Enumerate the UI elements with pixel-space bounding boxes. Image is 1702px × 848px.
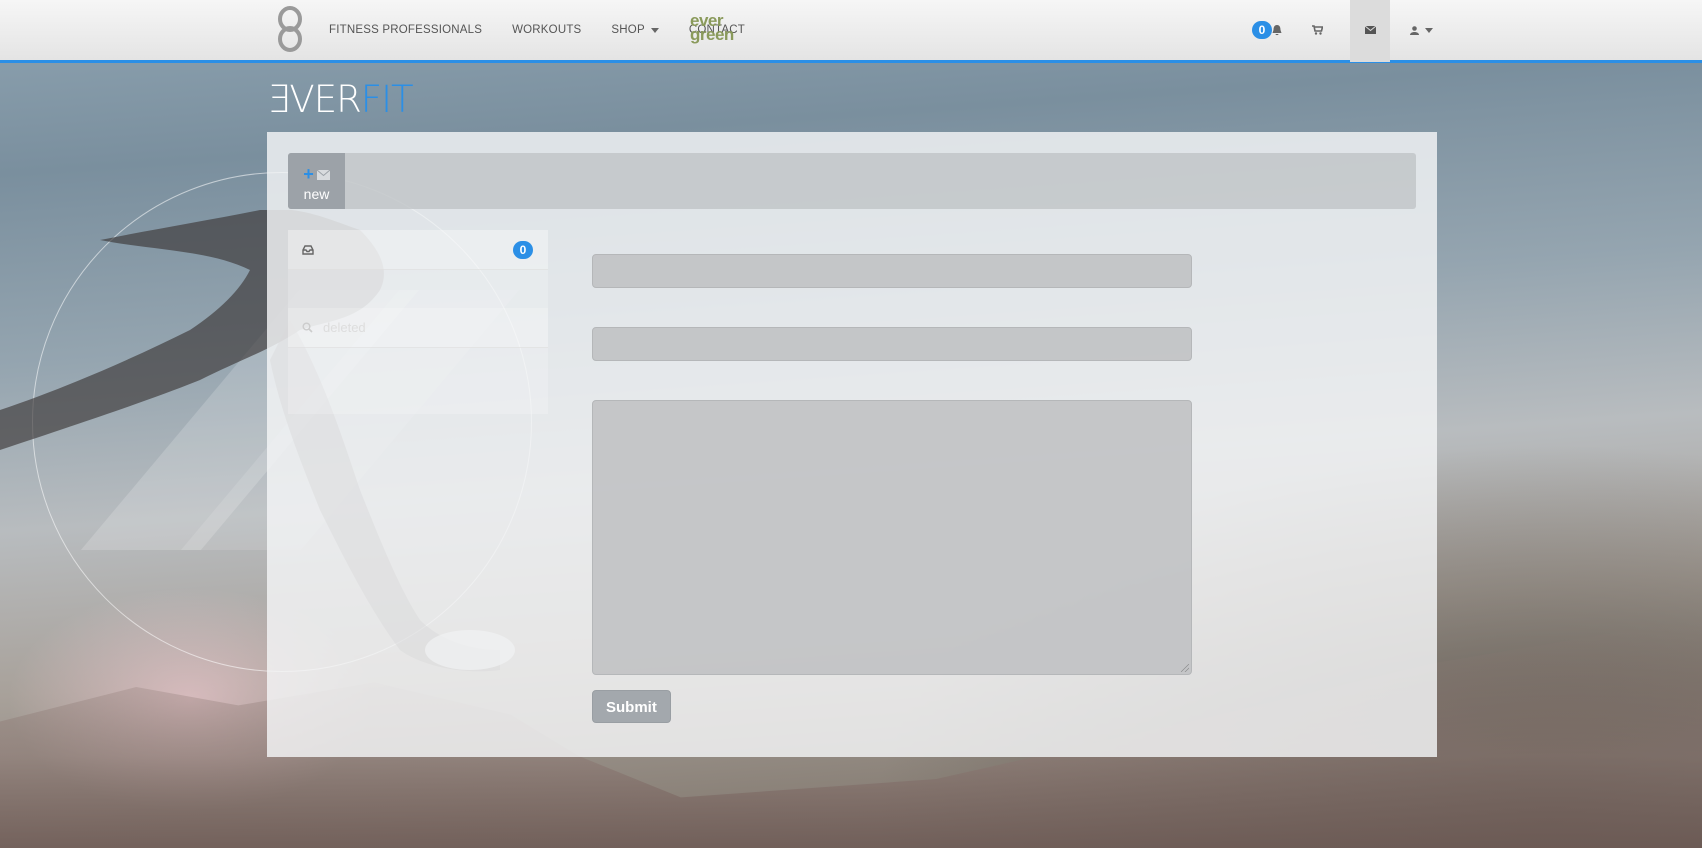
mailbox-sidebar: 0 deleted	[288, 230, 548, 414]
plus-icon: +	[303, 164, 314, 184]
subject-input[interactable]	[592, 327, 1192, 361]
messages-button[interactable]	[1350, 0, 1390, 62]
search-icon	[302, 322, 313, 333]
resize-grip-icon[interactable]	[1181, 664, 1189, 672]
envelope-icon	[1364, 26, 1376, 34]
cart-button[interactable]	[1297, 0, 1337, 62]
envelope-icon	[316, 169, 330, 180]
message-body-textarea[interactable]	[592, 400, 1192, 675]
messages-toolbar: + new	[288, 153, 1416, 209]
everfit-brand-logo: ƎVERFIT	[267, 78, 414, 121]
sidebar-item-inbox[interactable]: 0	[288, 230, 548, 270]
new-message-icons: +	[288, 164, 345, 184]
nav-link-fitness-professionals[interactable]: FITNESS PROFESSIONALS	[329, 24, 482, 36]
inbox-count-badge: 0	[513, 241, 533, 259]
sidebar-item-deleted[interactable]: deleted	[288, 308, 548, 348]
sidebar-item-empty[interactable]	[288, 348, 548, 414]
user-icon	[1409, 25, 1419, 35]
new-message-label: new	[303, 186, 330, 202]
top-navbar: FITNESS PROFESSIONALS WORKOUTS SHOP CONT…	[0, 0, 1702, 63]
evergreen-logo-bottom: green	[690, 25, 734, 44]
submit-button[interactable]: Submit	[592, 690, 671, 723]
messages-panel: + new 0 deleted Submit	[267, 132, 1437, 757]
chevron-down-icon	[1424, 27, 1433, 33]
cart-icon	[1311, 25, 1323, 35]
chevron-down-icon	[650, 27, 659, 33]
site-logo-icon[interactable]	[275, 5, 305, 53]
recipient-input[interactable]	[592, 254, 1192, 288]
nav-link-workouts[interactable]: WORKOUTS	[512, 24, 581, 36]
evergreen-partner-logo[interactable]: ever green	[690, 12, 734, 44]
sidebar-item-empty[interactable]	[288, 270, 548, 308]
bell-icon	[1272, 24, 1282, 35]
inbox-icon	[302, 244, 314, 255]
user-menu-button[interactable]	[1396, 0, 1446, 62]
nav-link-shop-label: SHOP	[611, 24, 645, 36]
notifications-button[interactable]: 0	[1247, 0, 1287, 62]
brand-part-ever: ƎVER	[267, 78, 362, 121]
nav-link-shop[interactable]: SHOP	[611, 24, 659, 36]
new-message-button[interactable]: + new	[288, 153, 345, 209]
notification-count-badge: 0	[1252, 21, 1272, 39]
nav-right-icons: 0	[1240, 0, 1446, 62]
compose-form: Submit	[592, 254, 1192, 723]
brand-part-fit: FIT	[360, 78, 414, 121]
sidebar-item-deleted-label: deleted	[323, 320, 366, 335]
